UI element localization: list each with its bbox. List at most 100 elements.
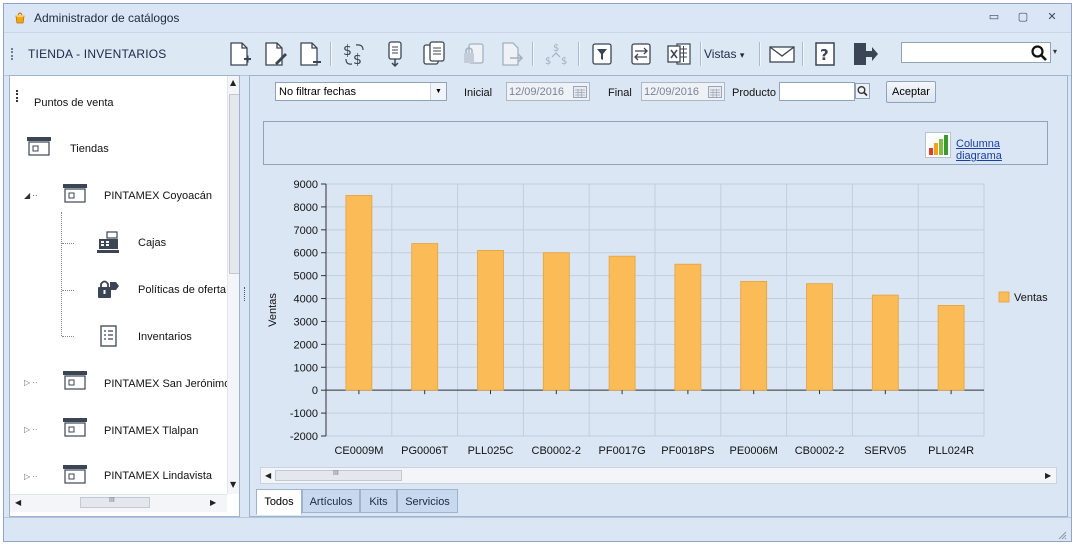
- tree-store-san-jeronimo[interactable]: PINTAMEX San Jerónimo: [104, 378, 230, 390]
- tab-articulos[interactable]: Artículos: [302, 489, 360, 513]
- y-tick-label: 6000: [294, 248, 318, 260]
- column-chart-icon[interactable]: [925, 132, 951, 158]
- vistas-label: Vistas: [704, 47, 737, 61]
- tree-store-lindavista[interactable]: PINTAMEX Lindavista: [104, 470, 212, 482]
- app-window: Administrador de catálogos ▭ ▢ ✕ TIENDA …: [3, 3, 1072, 542]
- bar: [871, 294, 899, 391]
- calendar-icon[interactable]: [708, 86, 722, 98]
- maximize-button[interactable]: ▢: [1015, 10, 1031, 24]
- search-dropdown-icon[interactable]: ▾: [1053, 47, 1057, 56]
- tree-hscroll-thumb[interactable]: III: [80, 497, 150, 508]
- tab-todos[interactable]: Todos: [256, 489, 302, 515]
- chevron-down-icon: ▾: [739, 50, 745, 60]
- tree-connector: [61, 212, 63, 336]
- lock-document-button[interactable]: [460, 39, 490, 69]
- new-document-button[interactable]: [224, 39, 254, 69]
- chart-options-panel: Columna diagrama: [263, 121, 1048, 165]
- document-arrow-button[interactable]: [496, 39, 526, 69]
- download-file-button[interactable]: [380, 39, 410, 69]
- scroll-right-icon[interactable]: ▶: [210, 498, 216, 507]
- tree-root-puntos-de-venta[interactable]: Puntos de venta: [34, 97, 114, 109]
- price-flow-button[interactable]: $ $ $: [542, 39, 572, 69]
- tree-child-inventarios[interactable]: Inventarios: [138, 331, 192, 343]
- tab-kits[interactable]: Kits: [360, 489, 397, 513]
- producto-input[interactable]: [779, 82, 855, 101]
- edit-document-button[interactable]: [259, 39, 289, 69]
- chart-hscroll-thumb[interactable]: III: [275, 470, 402, 481]
- scroll-down-icon[interactable]: ▼: [230, 480, 236, 489]
- aceptar-button[interactable]: Aceptar: [886, 81, 936, 103]
- tree-store-coyoacan[interactable]: PINTAMEX Coyoacán: [104, 190, 212, 202]
- bar: [608, 255, 636, 391]
- scroll-right-icon[interactable]: ▶: [1045, 471, 1051, 480]
- x-tick-label: CB0002-2: [532, 445, 582, 457]
- legend-label: Ventas: [1014, 292, 1048, 304]
- close-button[interactable]: ✕: [1044, 10, 1060, 24]
- inicial-date-field[interactable]: 12/09/2016: [506, 82, 590, 101]
- store-icon: [63, 184, 87, 203]
- tree-expand-icon[interactable]: ▷ ··: [24, 425, 38, 434]
- x-tick-label: PG0006T: [401, 445, 448, 457]
- chart-horizontal-scrollbar[interactable]: ◀ III ▶: [260, 467, 1057, 484]
- inicial-date-value: 12/09/2016: [509, 86, 565, 98]
- tree-collapse-icon[interactable]: ◢ ··: [24, 191, 38, 200]
- panel-splitter[interactable]: [241, 75, 249, 517]
- y-tick-label: -2000: [290, 431, 318, 443]
- tree-store-tlalpan[interactable]: PINTAMEX Tlalpan: [104, 425, 198, 437]
- resize-grip-icon[interactable]: [1057, 530, 1067, 540]
- tree-child-cajas[interactable]: Cajas: [138, 237, 166, 249]
- bar: [740, 280, 768, 391]
- search-input[interactable]: [901, 42, 1051, 63]
- vistas-menu[interactable]: Vistas ▾: [704, 47, 744, 61]
- tab-servicios[interactable]: Servicios: [397, 489, 458, 513]
- tree-horizontal-scrollbar[interactable]: ◀ III ▶: [10, 494, 227, 512]
- calendar-icon[interactable]: [573, 86, 587, 98]
- tree-connector: [62, 243, 74, 244]
- scroll-left-icon[interactable]: ◀: [15, 498, 21, 507]
- x-tick-label: CB0002-2: [795, 445, 845, 457]
- clipboard-copy-icon: [423, 41, 445, 65]
- scroll-left-icon[interactable]: ◀: [265, 471, 271, 480]
- column-diagram-link[interactable]: Columna diagrama: [956, 138, 1047, 162]
- y-tick-label: 8000: [294, 202, 318, 214]
- y-tick-label: 9000: [294, 179, 318, 191]
- exit-button[interactable]: [849, 39, 879, 69]
- toolbar-separator: [578, 42, 580, 66]
- svg-text:$: $: [343, 43, 352, 59]
- scroll-up-icon[interactable]: ▲: [230, 78, 236, 87]
- price-change-button[interactable]: $ $: [340, 39, 370, 69]
- document-arrow-icon: [502, 42, 524, 66]
- final-date-field[interactable]: 12/09/2016: [641, 82, 725, 101]
- x-tick-label: PLL024R: [928, 445, 974, 457]
- help-button[interactable]: ?: [810, 39, 840, 69]
- legend-swatch: [998, 291, 1010, 303]
- final-date-value: 12/09/2016: [644, 86, 700, 98]
- bar: [674, 263, 702, 391]
- new-document-icon: [230, 42, 251, 66]
- export-button[interactable]: [626, 39, 656, 69]
- filter-button[interactable]: [587, 39, 617, 69]
- chevron-down-icon[interactable]: ▼: [430, 83, 446, 100]
- excel-button[interactable]: [664, 39, 694, 69]
- x-tick-label: PF0018PS: [661, 445, 714, 457]
- inventory-list-icon: [100, 325, 117, 347]
- clipboard-copy-button[interactable]: [418, 39, 448, 69]
- tree-expand-icon[interactable]: ▷ ··: [24, 378, 38, 387]
- report-panel: No filtrar fechas ▼ Inicial 12/09/2016 F…: [249, 75, 1068, 517]
- date-filter-select[interactable]: No filtrar fechas ▼: [275, 82, 447, 101]
- tree-vscroll-thumb[interactable]: [229, 94, 239, 274]
- tree-child-politicas-de-oferta[interactable]: Políticas de oferta: [138, 284, 226, 296]
- search-icon[interactable]: [1030, 44, 1048, 62]
- product-search-icon[interactable]: [855, 83, 870, 99]
- bar: [411, 243, 439, 391]
- x-tick-label: CE0009M: [334, 445, 383, 457]
- minimize-button[interactable]: ▭: [986, 10, 1002, 24]
- svg-text:$: $: [561, 56, 567, 67]
- y-tick-label: 2000: [294, 339, 318, 351]
- delete-document-button[interactable]: [294, 39, 324, 69]
- mail-button[interactable]: [767, 39, 797, 69]
- tree-expand-icon[interactable]: ▷ ··: [24, 472, 38, 481]
- toolbar-grip[interactable]: [11, 48, 15, 60]
- tree-vertical-scrollbar[interactable]: ▲ ▼: [227, 76, 239, 494]
- tree-group-tiendas[interactable]: Tiendas: [70, 143, 109, 155]
